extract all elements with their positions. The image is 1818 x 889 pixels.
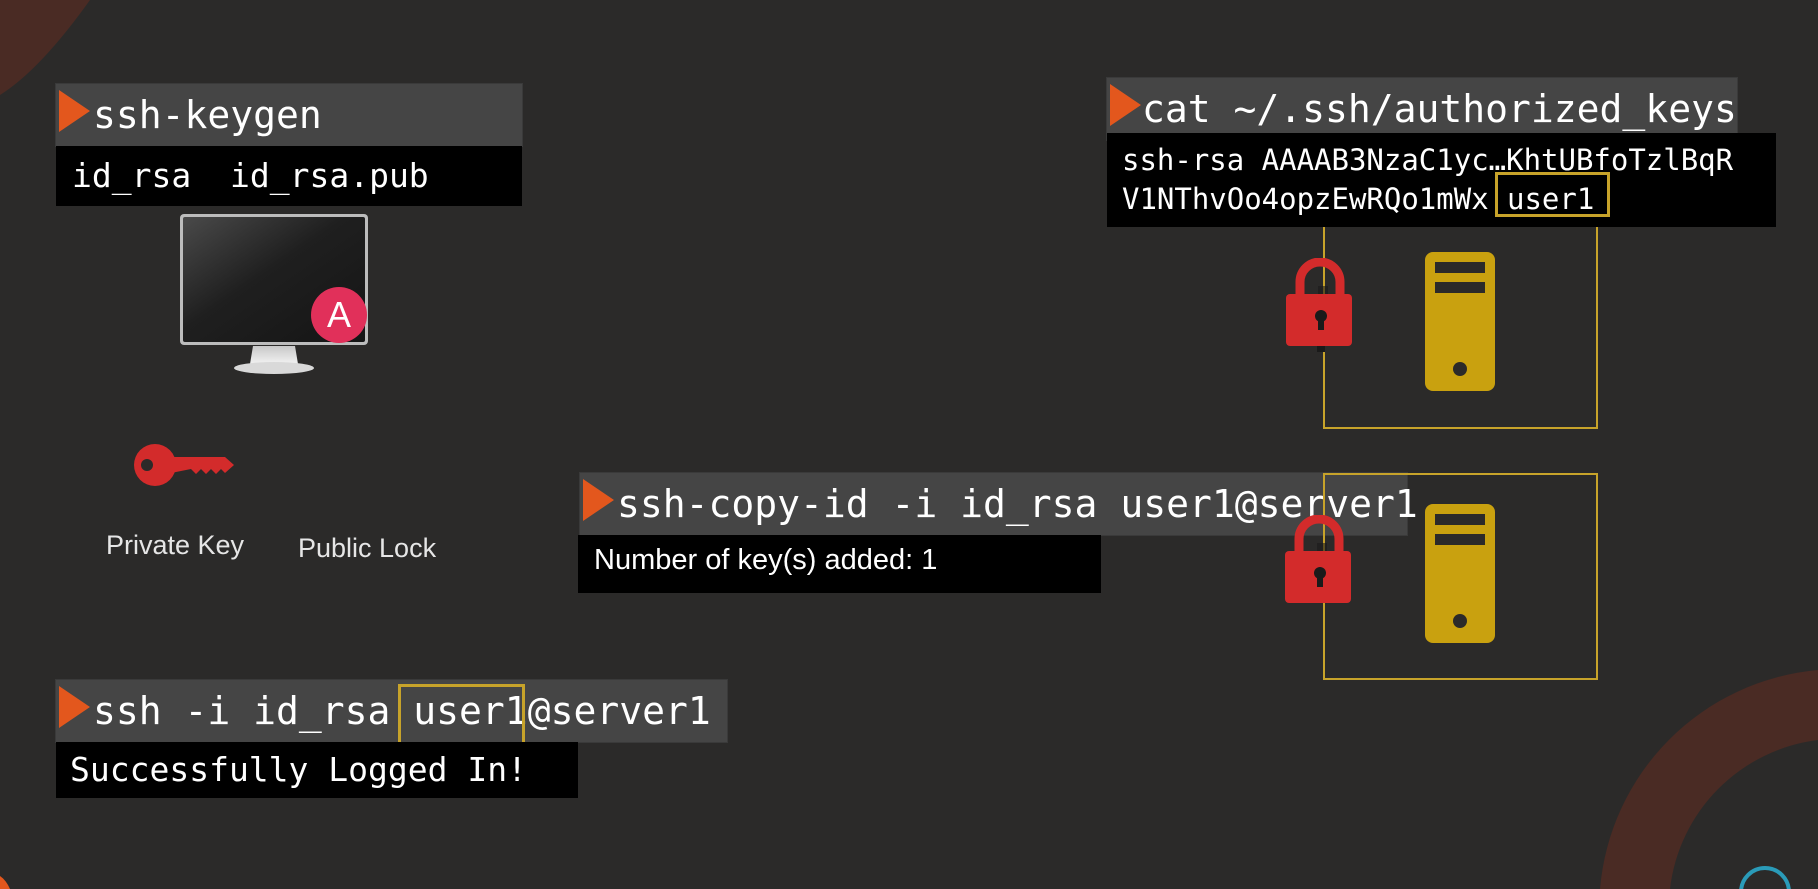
- login-command-bar: ssh -i id_rsa user1@server1: [56, 680, 727, 742]
- copy-id-output-bar: Number of key(s) added: 1: [578, 535, 1101, 593]
- padlock-icon: [1286, 258, 1352, 352]
- ansible-logo-letter: A: [326, 294, 351, 335]
- keygen-command-text: ssh-keygen: [93, 93, 322, 137]
- login-output-text: Successfully Logged In!: [70, 750, 527, 789]
- keygen-command-bar: ssh-keygen: [56, 84, 522, 146]
- play-icon: [1110, 84, 1141, 126]
- authorized-keys-command-bar: cat ~/.ssh/authorized_keys: [1107, 78, 1737, 140]
- login-command-suffix: @server1: [527, 689, 711, 733]
- keygen-output-private: id_rsa: [72, 156, 192, 195]
- authorized-keys-line1: ssh-rsa AAAAB3NzaC1yc…KhtUBfoTzlBqR: [1122, 143, 1734, 177]
- keygen-output-bar: id_rsa id_rsa.pub: [56, 146, 522, 206]
- authorized-keys-user-highlight: [1495, 172, 1610, 217]
- keygen-output-public: id_rsa.pub: [230, 156, 429, 195]
- decorative-logo-corner: [1739, 866, 1791, 889]
- decorative-corner-bottom-left: [0, 876, 10, 889]
- play-icon: [583, 479, 614, 521]
- login-user-highlight: [398, 684, 525, 746]
- authorized-keys-line2: V1NThvOo4opzEwRQo1mWx: [1122, 182, 1489, 216]
- decorative-corner-bottom-right: [1600, 670, 1818, 889]
- login-command-prefix: ssh -i id_rsa: [93, 689, 414, 733]
- play-icon: [59, 686, 90, 728]
- authorized-keys-command-text: cat ~/.ssh/authorized_keys: [1142, 87, 1737, 131]
- server-icon: [1425, 252, 1495, 391]
- server-icon: [1425, 504, 1495, 643]
- public-lock-label: Public Lock: [298, 533, 437, 563]
- play-icon: [59, 90, 90, 132]
- padlock-icon: [1285, 515, 1351, 603]
- copy-id-output-text: Number of key(s) added: 1: [594, 544, 938, 576]
- key-icon: [134, 444, 234, 486]
- private-key-label: Private Key: [106, 530, 245, 560]
- authorized-keys-output-bar: ssh-rsa AAAAB3NzaC1yc…KhtUBfoTzlBqR V1NT…: [1107, 133, 1776, 227]
- login-output-bar: Successfully Logged In!: [56, 742, 578, 798]
